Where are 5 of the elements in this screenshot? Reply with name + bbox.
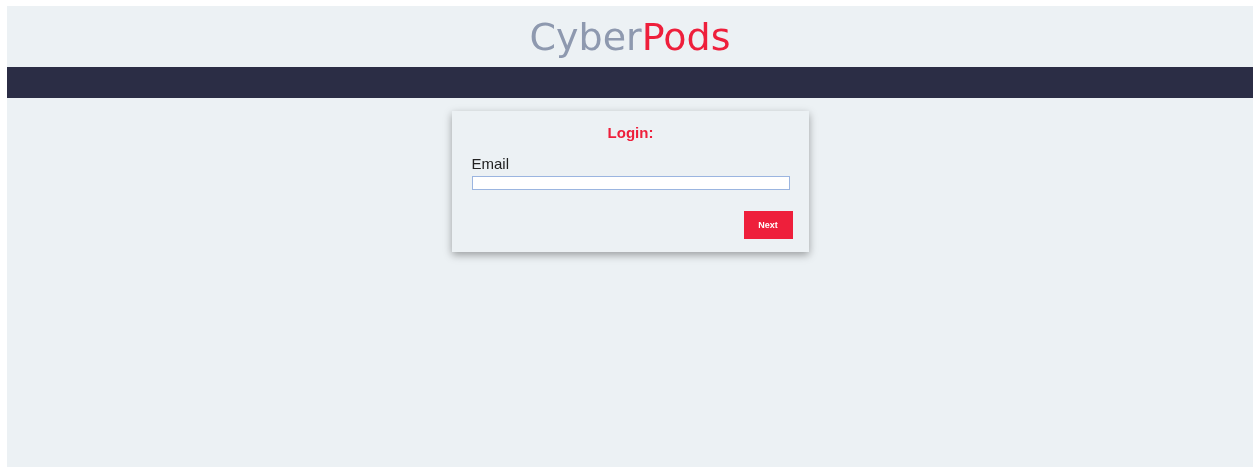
site-logo: CyberPods (529, 14, 731, 59)
email-label: Email (471, 155, 510, 172)
email-field[interactable] (471, 176, 790, 190)
next-button[interactable]: Next (743, 211, 793, 239)
login-title: Login: (606, 124, 655, 141)
